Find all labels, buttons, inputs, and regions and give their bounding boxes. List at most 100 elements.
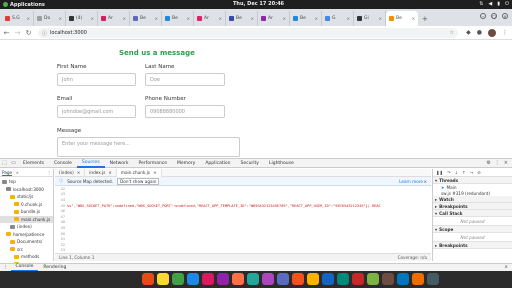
close-editor-tab-icon[interactable]: ×	[77, 170, 81, 175]
step-out-icon[interactable]: ↑	[462, 170, 466, 175]
step-over-icon[interactable]: ↷	[447, 170, 451, 175]
drawer-menu-icon[interactable]: ⋮	[0, 265, 11, 270]
line-number[interactable]: 45	[55, 204, 67, 208]
deactivate-breakpoints-icon[interactable]: ⊘	[477, 170, 481, 175]
menu-kebab-icon[interactable]: ⋮	[502, 29, 508, 37]
devtools-tab-sources[interactable]: Sources	[76, 159, 105, 168]
network-icon[interactable]: ⇅	[479, 1, 483, 7]
devtools-tab-application[interactable]: Application	[200, 159, 235, 168]
devtools-tab-performance[interactable]: Performance	[133, 159, 172, 168]
tree-item[interactable]: src	[0, 246, 53, 254]
devtools-tab-network[interactable]: Network	[105, 159, 134, 168]
email-input[interactable]: johndoe@gmail.com	[57, 105, 136, 118]
applications-menu[interactable]: Applications	[3, 2, 45, 8]
tree-item[interactable]: bundle.js	[0, 208, 53, 216]
browser-tab[interactable]: Be ×	[290, 11, 322, 26]
dock-app-icon[interactable]	[142, 273, 154, 285]
browser-tab[interactable]: G ×	[322, 11, 354, 26]
line-number[interactable]: 52	[55, 243, 67, 247]
devtools-tab-console[interactable]: Console	[49, 159, 77, 168]
more-tabs-icon[interactable]: »	[16, 170, 19, 175]
new-tab-icon[interactable]: +	[418, 11, 432, 26]
maximize-icon[interactable]: □	[491, 13, 497, 19]
dock-app-icon[interactable]	[337, 273, 349, 285]
dock-app-icon[interactable]	[322, 273, 334, 285]
dock-app-icon[interactable]	[157, 273, 169, 285]
dock-app-icon[interactable]	[217, 273, 229, 285]
info-icon[interactable]: ⓘ	[42, 30, 47, 37]
step-into-icon[interactable]: ↓	[455, 170, 459, 175]
dock-app-icon[interactable]	[292, 273, 304, 285]
dock-app-icon[interactable]	[352, 273, 364, 285]
dock-app-icon[interactable]	[232, 273, 244, 285]
close-drawer-icon[interactable]: ×	[504, 265, 512, 270]
dock-app-icon[interactable]	[412, 273, 424, 285]
clock[interactable]: Thu, Dec 17 20:46	[233, 1, 284, 7]
close-tab-icon[interactable]: ×	[315, 16, 318, 21]
tree-item[interactable]: main.chunk.js	[0, 215, 53, 223]
close-tab-icon[interactable]: ×	[187, 16, 190, 21]
settings-gear-icon[interactable]: ⚙	[486, 160, 490, 166]
dock-app-icon[interactable]	[202, 273, 214, 285]
power-icon[interactable]: ⏻	[505, 1, 509, 7]
scope-section-header[interactable]: ▾ Scope	[433, 226, 512, 233]
browser-tab[interactable]: Do ×	[34, 11, 66, 26]
battery-icon[interactable]: ▮	[497, 1, 500, 7]
browser-tab[interactable]: Gi ×	[354, 11, 386, 26]
tree-item[interactable]: top	[0, 178, 53, 186]
volume-icon[interactable]: ◀	[488, 1, 492, 7]
watch-section-header[interactable]: ▸ Watch	[433, 196, 512, 203]
close-window-icon[interactable]: ×	[502, 13, 508, 19]
devtools-tab-memory[interactable]: Memory	[172, 159, 200, 168]
learn-more-link[interactable]: Learn more	[399, 179, 423, 184]
close-tab-icon[interactable]: ×	[219, 16, 222, 21]
minimize-icon[interactable]: –	[480, 13, 486, 19]
dock-app-icon[interactable]	[187, 273, 199, 285]
tree-item[interactable]: Documents/	[0, 238, 53, 246]
dock-app-icon[interactable]	[307, 273, 319, 285]
close-tab-icon[interactable]: ×	[123, 16, 126, 21]
dock-app-icon[interactable]	[277, 273, 289, 285]
browser-tab[interactable]: S.G ×	[2, 11, 34, 26]
browser-tab[interactable]: Be ×	[386, 11, 418, 26]
line-number[interactable]: 53	[55, 248, 67, 252]
step-icon[interactable]: →	[470, 170, 474, 175]
message-textarea[interactable]: Enter your message here...	[57, 137, 240, 157]
close-tab-icon[interactable]: ×	[251, 16, 254, 21]
tree-item[interactable]: 0.chunk.js	[0, 201, 53, 209]
browser-tab[interactable]: Ar ×	[258, 11, 290, 26]
close-editor-tab-icon[interactable]: ×	[108, 170, 112, 175]
browser-tab[interactable]: Be ×	[162, 11, 194, 26]
line-number[interactable]: 48	[55, 220, 67, 224]
browser-tab[interactable]: Be ×	[130, 11, 162, 26]
device-toolbar-icon[interactable]: ▭	[9, 159, 18, 168]
dont-show-again-button[interactable]: Don't show again	[117, 177, 160, 185]
last-name-input[interactable]: Doe	[145, 73, 225, 86]
back-icon[interactable]: ←	[2, 29, 11, 37]
breakpoints-section-header[interactable]: ▸ Breakpoints	[433, 203, 512, 210]
url-field[interactable]: ⓘ localhost:3000 ☆	[38, 28, 458, 38]
close-tab-icon[interactable]: ×	[283, 16, 286, 21]
phone-input[interactable]: 09088880000	[145, 105, 225, 118]
editor-tab[interactable]: (index) ×	[55, 168, 86, 177]
editor-tab[interactable]: main.chunk.js ×	[116, 168, 162, 177]
close-tab-icon[interactable]: ×	[412, 16, 415, 21]
navigator-tab-page[interactable]: Page	[2, 170, 13, 176]
breakpoints2-section-header[interactable]: ▸ Breakpoints	[433, 242, 512, 249]
close-tab-icon[interactable]: ×	[379, 16, 382, 21]
extension-icon[interactable]: ●	[477, 29, 482, 37]
navigator-menu-icon[interactable]: ⋮	[47, 170, 53, 175]
bookmark-star-icon[interactable]: ☆	[450, 30, 454, 36]
tree-item[interactable]: (index)	[0, 223, 53, 231]
first-name-input[interactable]: John	[57, 73, 136, 86]
line-number[interactable]: 44	[55, 198, 67, 202]
close-tab-icon[interactable]: ×	[155, 16, 158, 21]
dock-app-icon[interactable]	[172, 273, 184, 285]
browser-tab[interactable]: Ar ×	[194, 11, 226, 26]
line-number[interactable]: 43	[55, 192, 67, 196]
forward-icon[interactable]: →	[13, 29, 22, 37]
devtools-tab-security[interactable]: Security	[235, 159, 263, 168]
code-area[interactable]: 42 43 44 45 ss","WDS_SOCKET_PATH":undefined,…	[55, 186, 431, 254]
devtools-tab-lighthouse[interactable]: Lighthouse	[264, 159, 299, 168]
editor-tab[interactable]: index.js ×	[85, 168, 117, 177]
